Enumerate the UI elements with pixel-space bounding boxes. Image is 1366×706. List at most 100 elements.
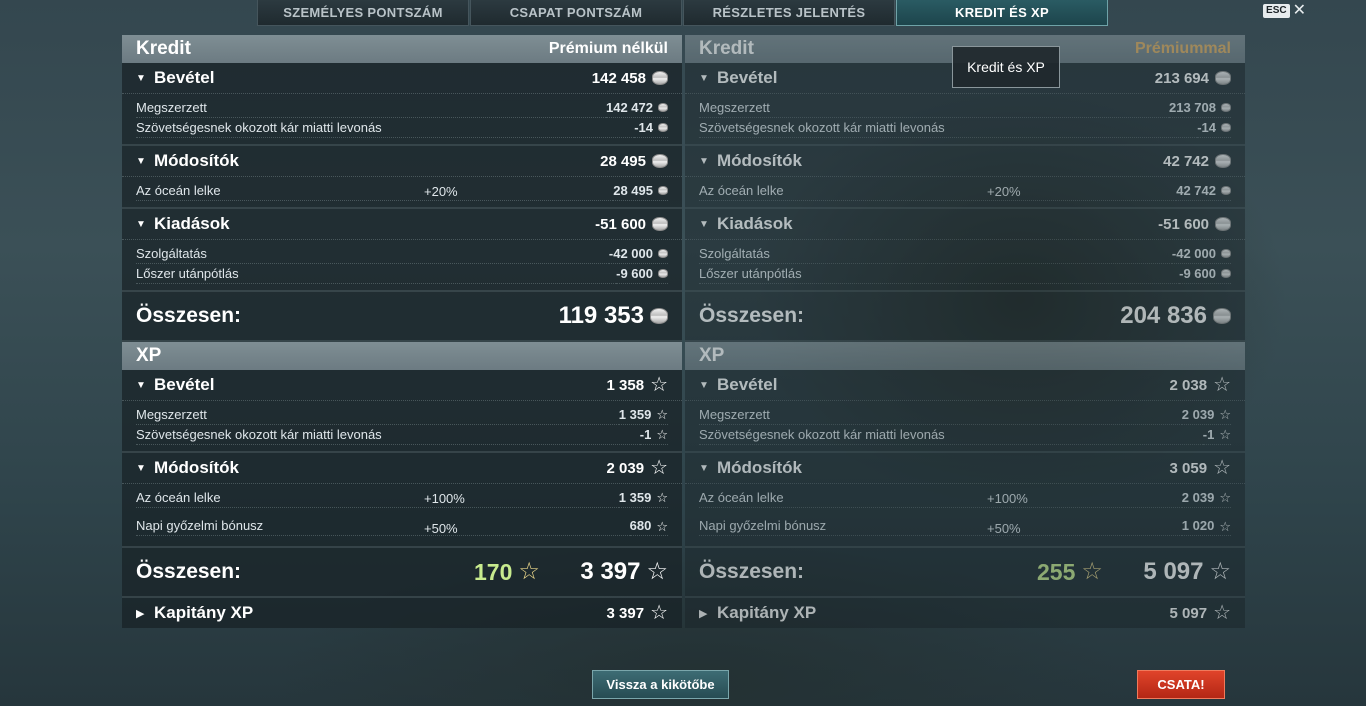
row-value: 1 359 <box>618 406 652 422</box>
row-label: Az óceán lelke <box>699 489 1182 508</box>
xp-header: XP <box>685 342 1245 370</box>
total-label: Összesen: <box>136 560 242 583</box>
group-label: Bevétel <box>154 375 215 394</box>
row-label: Megszerzett <box>699 99 1169 118</box>
group-value: -51 600 <box>1158 215 1209 233</box>
row-label: Megszerzett <box>136 99 606 118</box>
modifiers-toggle[interactable]: ▼ Módosítók 42 742 <box>685 146 1245 177</box>
coin-icon <box>1213 308 1231 324</box>
star-icon: ☆ <box>1209 558 1231 585</box>
row-percent: +20% <box>987 183 1021 199</box>
xp-title: XP <box>699 345 725 366</box>
close-icon[interactable]: ✕ <box>1293 3 1306 19</box>
star-icon: ☆ <box>1213 374 1231 396</box>
row-value: 1 359 <box>618 489 652 505</box>
triangle-down-icon: ▼ <box>699 462 709 474</box>
row-value: 680 <box>629 518 652 533</box>
battle-button[interactable]: CSATA! <box>1137 670 1225 699</box>
triangle-down-icon: ▼ <box>699 155 709 167</box>
coin-icon <box>652 154 668 168</box>
list-item: Szövetségesnek okozott kár miatti levoná… <box>685 118 1245 138</box>
triangle-down-icon: ▼ <box>136 462 146 474</box>
expenses-group: ▼ Kiadások -51 600 Szolgáltatás -42 000 Lő… <box>122 209 682 292</box>
total-label: Összesen: <box>699 304 805 327</box>
triangle-right-icon: ▶ <box>699 607 708 620</box>
xp-modifiers-toggle[interactable]: ▼ Módosítók 2 039 ☆ <box>122 453 682 484</box>
row-label: Lőszer utánpótlás <box>699 265 1180 284</box>
tab-bar: SZEMÉLYES PONTSZÁM CSAPAT PONTSZÁM RÉSZL… <box>257 0 1109 26</box>
xp-income-group: ▼ Bevétel 2 038 ☆ Megszerzett 2 039 ☆ Szövet… <box>685 370 1245 453</box>
xp-income-toggle[interactable]: ▼ Bevétel 1 358 ☆ <box>122 370 682 401</box>
list-item: Lőszer utánpótlás -9 600 <box>122 264 682 284</box>
row-label: Szövetségesnek okozott kár miatti levoná… <box>699 119 1198 138</box>
group-value: 28 495 <box>600 152 646 170</box>
row-label: Megszerzett <box>699 406 1182 425</box>
expenses-toggle[interactable]: ▼ Kiadások -51 600 <box>685 209 1245 240</box>
total-value: 119 353 <box>558 302 644 329</box>
captain-xp-label: Kapitány XP <box>717 603 817 622</box>
triangle-down-icon: ▼ <box>699 379 709 391</box>
xp-income-toggle[interactable]: ▼ Bevétel 2 038 ☆ <box>685 370 1245 401</box>
row-percent: +20% <box>424 183 458 199</box>
tab-credits-xp[interactable]: KREDIT ÉS XP <box>896 0 1108 26</box>
row-value: 28 495 <box>613 182 653 198</box>
coin-icon <box>658 269 668 278</box>
group-value: -51 600 <box>595 215 646 233</box>
xp-modifiers-group: ▼ Módosítók 2 039 ☆ Az óceán lelke +100% 1 3… <box>122 453 682 548</box>
captain-xp-label: Kapitány XP <box>154 603 254 622</box>
group-label: Bevétel <box>154 68 215 87</box>
income-toggle[interactable]: ▼ Bevétel 142 458 <box>122 63 682 94</box>
coin-icon <box>1221 103 1231 112</box>
xp-title: XP <box>136 345 162 366</box>
triangle-down-icon: ▼ <box>136 218 146 230</box>
credit-total: Összesen: 204 836 <box>685 292 1245 342</box>
back-to-port-button[interactable]: Vissza a kikötőbe <box>592 670 729 699</box>
coin-icon <box>658 186 668 195</box>
tab-personal-score[interactable]: SZEMÉLYES PONTSZÁM <box>257 0 469 26</box>
group-value: 142 458 <box>591 69 646 87</box>
coin-icon <box>1215 217 1231 231</box>
row-value: -14 <box>634 119 653 135</box>
row-value: 2 039 <box>1181 406 1215 422</box>
row-percent: +100% <box>987 490 1028 506</box>
modifiers-toggle[interactable]: ▼ Módosítók 28 495 <box>122 146 682 177</box>
xp-modifiers-toggle[interactable]: ▼ Módosítók 3 059 ☆ <box>685 453 1245 484</box>
group-label: Bevétel <box>717 375 778 394</box>
list-item: Szövetségesnek okozott kár miatti levoná… <box>122 425 682 445</box>
list-item: Az óceán lelke +100% 1 359 ☆ <box>122 488 682 508</box>
row-value: -1 <box>639 426 652 442</box>
list-item: Szövetségesnek okozott kár miatti levoná… <box>122 118 682 138</box>
row-value: -9 600 <box>616 265 653 281</box>
group-value: 1 358 <box>606 376 645 394</box>
captain-xp-toggle[interactable]: ▶ Kapitány XP 5 097 ☆ <box>685 598 1245 628</box>
coin-icon <box>658 103 668 112</box>
tab-detailed-report[interactable]: RÉSZLETES JELENTÉS <box>683 0 895 26</box>
row-label: Szövetségesnek okozott kár miatti levoná… <box>136 426 640 445</box>
star-icon: ☆ <box>1213 602 1231 624</box>
group-value: 42 742 <box>1163 152 1209 170</box>
star-icon: ☆ <box>650 457 668 479</box>
star-icon: ☆ <box>1219 518 1231 534</box>
group-label: Módosítók <box>717 458 802 477</box>
list-item: Napi győzelmi bónusz +50% 1 020 ☆ <box>685 508 1245 540</box>
star-icon: ☆ <box>656 518 668 534</box>
list-item: Megszerzett 213 708 <box>685 98 1245 118</box>
captain-xp-toggle[interactable]: ▶ Kapitány XP 3 397 ☆ <box>122 598 682 628</box>
row-label: Lőszer utánpótlás <box>136 265 617 284</box>
row-label: Napi győzelmi bónusz <box>136 517 630 536</box>
coin-icon <box>1215 71 1231 85</box>
row-label: Szövetségesnek okozott kár miatti levoná… <box>136 119 635 138</box>
tab-team-score[interactable]: CSAPAT PONTSZÁM <box>470 0 682 26</box>
row-value: -42 000 <box>1171 245 1216 261</box>
star-icon: ☆ <box>656 490 668 505</box>
row-percent: +50% <box>424 521 458 536</box>
xp-total: Összesen: 170 ☆ 3 397 ☆ <box>122 548 682 598</box>
close-button[interactable]: ESC ✕ <box>1263 3 1306 19</box>
xp-modifiers-group: ▼ Módosítók 3 059 ☆ Az óceán lelke +100% 2 0… <box>685 453 1245 548</box>
list-item: Szolgáltatás -42 000 <box>122 244 682 264</box>
list-item: Az óceán lelke +20% 28 495 <box>122 181 682 201</box>
xp-header: XP <box>122 342 682 370</box>
star-icon: ☆ <box>650 374 668 396</box>
total-value: 204 836 <box>1120 302 1207 329</box>
expenses-toggle[interactable]: ▼ Kiadások -51 600 <box>122 209 682 240</box>
